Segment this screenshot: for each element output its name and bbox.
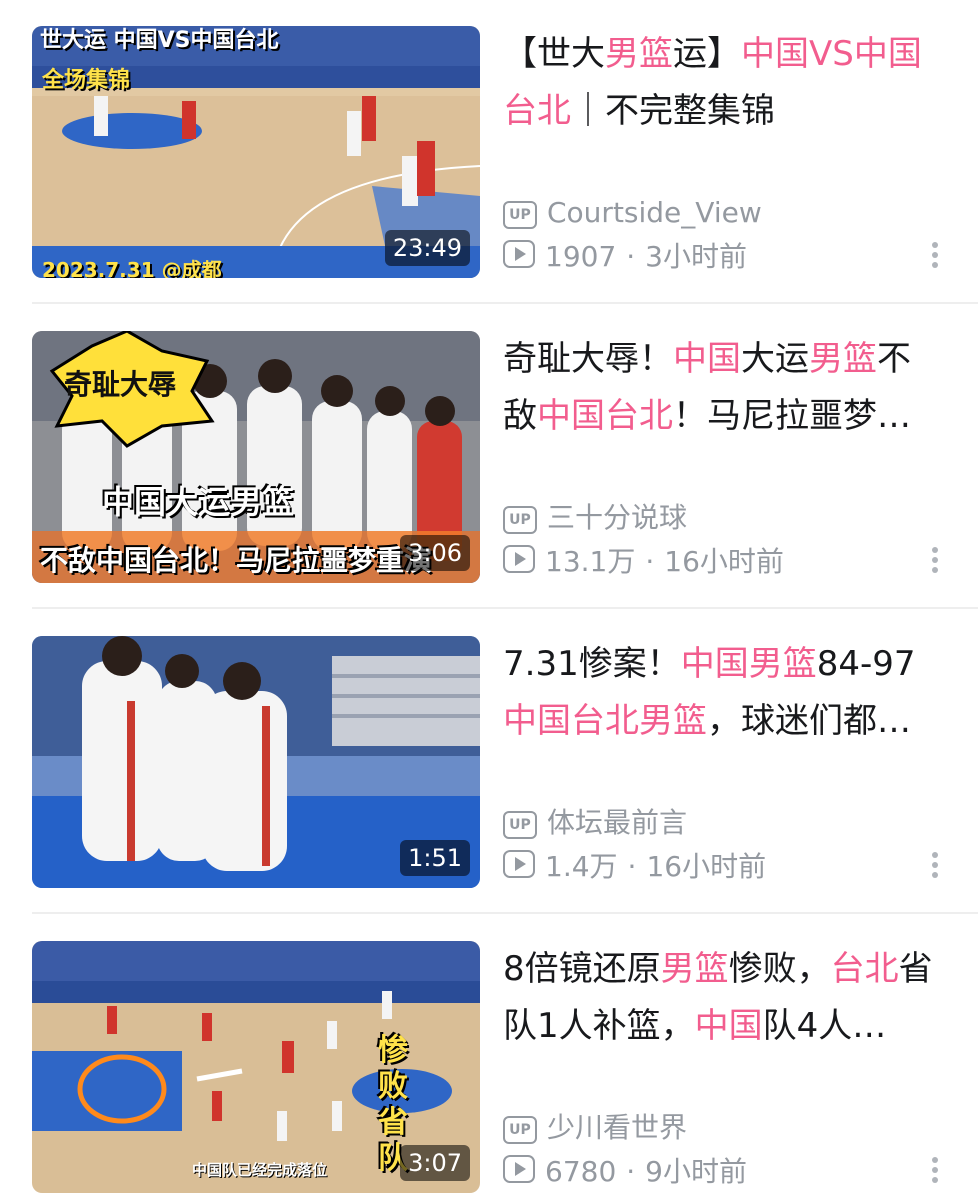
uploader-name: Courtside_View [547,196,762,229]
view-count: 1907 [545,240,617,273]
up-badge-icon: UP [503,201,537,229]
uploader-name: 三十分说球 [547,501,688,534]
title-text: 7.31惨案！ [503,644,681,684]
thumbnail-caption-2: 全场集锦 [42,68,131,93]
uploader-row[interactable]: UP 三十分说球 [503,501,687,537]
stats-row: 1.4万 · 16小时前 [503,850,766,886]
play-icon [503,545,535,573]
uploader-name: 少川看世界 [547,1111,688,1144]
play-icon [503,240,535,268]
title-text: 84-97 [816,644,916,684]
up-badge-icon: UP [503,506,537,534]
publish-time: 9小时前 [645,1155,747,1188]
title-highlight: 台北 [830,949,899,989]
title-highlight: 中国 [673,339,741,379]
duration-badge: 3:06 [400,535,470,571]
stats-row: 13.1万 · 16小时前 [503,545,784,581]
thumbnail-caption-3: 2023.7.31 @成都 [42,258,222,278]
title-text: ，球迷们都… [707,701,911,741]
play-icon [503,850,535,878]
uploader-row[interactable]: UP Courtside_View [503,196,762,232]
title-text: 8倍镜还原 [503,949,661,989]
video-title[interactable]: 奇耻大辱！中国大运男篮不敌中国台北！马尼拉噩梦… [503,331,943,451]
video-card[interactable]: 世大运 中国VS中国台北 全场集锦 2023.7.31 @成都 23:49 【世… [0,26,978,280]
publish-time: 16小时前 [646,850,767,883]
separator: · [626,1155,636,1188]
title-text: 【世大 [503,34,605,74]
video-title[interactable]: 8倍镜还原男篮惨败，台北省队1人补篮，中国队4人… [503,941,943,1061]
play-icon [503,1155,535,1183]
more-vertical-icon[interactable] [928,547,942,581]
title-highlight: 男篮 [660,949,729,989]
more-vertical-icon[interactable] [928,1157,942,1191]
title-highlight: 男篮 [809,339,877,379]
stats-row: 1907 · 3小时前 [503,240,747,276]
video-thumbnail[interactable]: 奇耻大辱 中国大运男篮 不敌中国台北！马尼拉噩梦重演 3:06 [32,331,480,583]
video-title[interactable]: 【世大男篮运】中国VS中国台北｜不完整集锦 [503,26,943,146]
thumbnail-caption-2: 中国大运男篮 [102,483,295,521]
more-vertical-icon[interactable] [928,242,942,276]
uploader-row[interactable]: UP 少川看世界 [503,1111,687,1147]
thumbnail-caption-3: 不敌中国台北！马尼拉噩梦重演 [40,544,433,577]
title-text: ！马尼拉噩梦… [673,396,911,436]
video-thumbnail[interactable]: 世大运 中国VS中国台北 全场集锦 2023.7.31 @成都 23:49 [32,26,480,278]
view-count: 13.1万 [545,545,636,578]
title-text: 惨败， [728,949,831,989]
title-highlight: 中国 [694,1006,763,1046]
video-title[interactable]: 7.31惨案！中国男篮84-97 中国台北男篮，球迷们都… [503,636,943,756]
thumbnail-caption-1: 世大运 中国VS中国台北 [40,28,279,53]
up-badge-icon: UP [503,811,537,839]
video-card[interactable]: 奇耻大辱 中国大运男篮 不敌中国台北！马尼拉噩梦重演 3:06 奇耻大辱！中国大… [0,331,978,585]
video-card[interactable]: 惨败省队 中国队已经完成落位 3:07 8倍镜还原男篮惨败，台北省队1人补篮，中… [0,941,978,1195]
divider [32,912,978,914]
title-text: 运】 [673,34,741,74]
title-highlight: 男篮 [605,34,673,74]
video-thumbnail[interactable]: 惨败省队 中国队已经完成落位 3:07 [32,941,480,1193]
duration-badge: 23:49 [384,230,470,266]
divider [32,607,978,609]
divider [32,302,978,304]
publish-time: 16小时前 [664,545,784,578]
view-count: 6780 [545,1155,617,1188]
video-list: 世大运 中国VS中国台北 全场集锦 2023.7.31 @成都 23:49 【世… [0,0,978,1200]
title-text: ｜不完整集锦 [571,91,775,131]
video-thumbnail[interactable]: 1:51 [32,636,480,888]
video-card[interactable]: 1:51 7.31惨案！中国男篮84-97 中国台北男篮，球迷们都… UP 体坛最前… [0,636,978,890]
separator: · [645,545,655,578]
publish-time: 3小时前 [645,240,747,273]
duration-badge: 3:07 [400,1145,470,1181]
uploader-name: 体坛最前言 [547,806,688,839]
more-vertical-icon[interactable] [928,852,942,886]
thumbnail-caption-2: 中国队已经完成落位 [192,1161,328,1179]
uploader-row[interactable]: UP 体坛最前言 [503,806,687,842]
title-highlight: 中国台北 [537,396,673,436]
separator: · [626,240,636,273]
title-text: 队4人… [762,1006,887,1046]
title-text: 奇耻大辱！ [503,339,673,379]
title-text: 大运 [741,339,809,379]
up-badge-icon: UP [503,1116,537,1144]
title-highlight: 中国男篮 [680,644,817,684]
view-count: 1.4万 [545,850,618,883]
duration-badge: 1:51 [400,840,470,876]
separator: · [627,850,637,883]
thumbnail-caption-1: 奇耻大辱 [64,368,177,401]
stats-row: 6780 · 9小时前 [503,1155,747,1191]
title-highlight: 中国台北男篮 [503,701,707,741]
